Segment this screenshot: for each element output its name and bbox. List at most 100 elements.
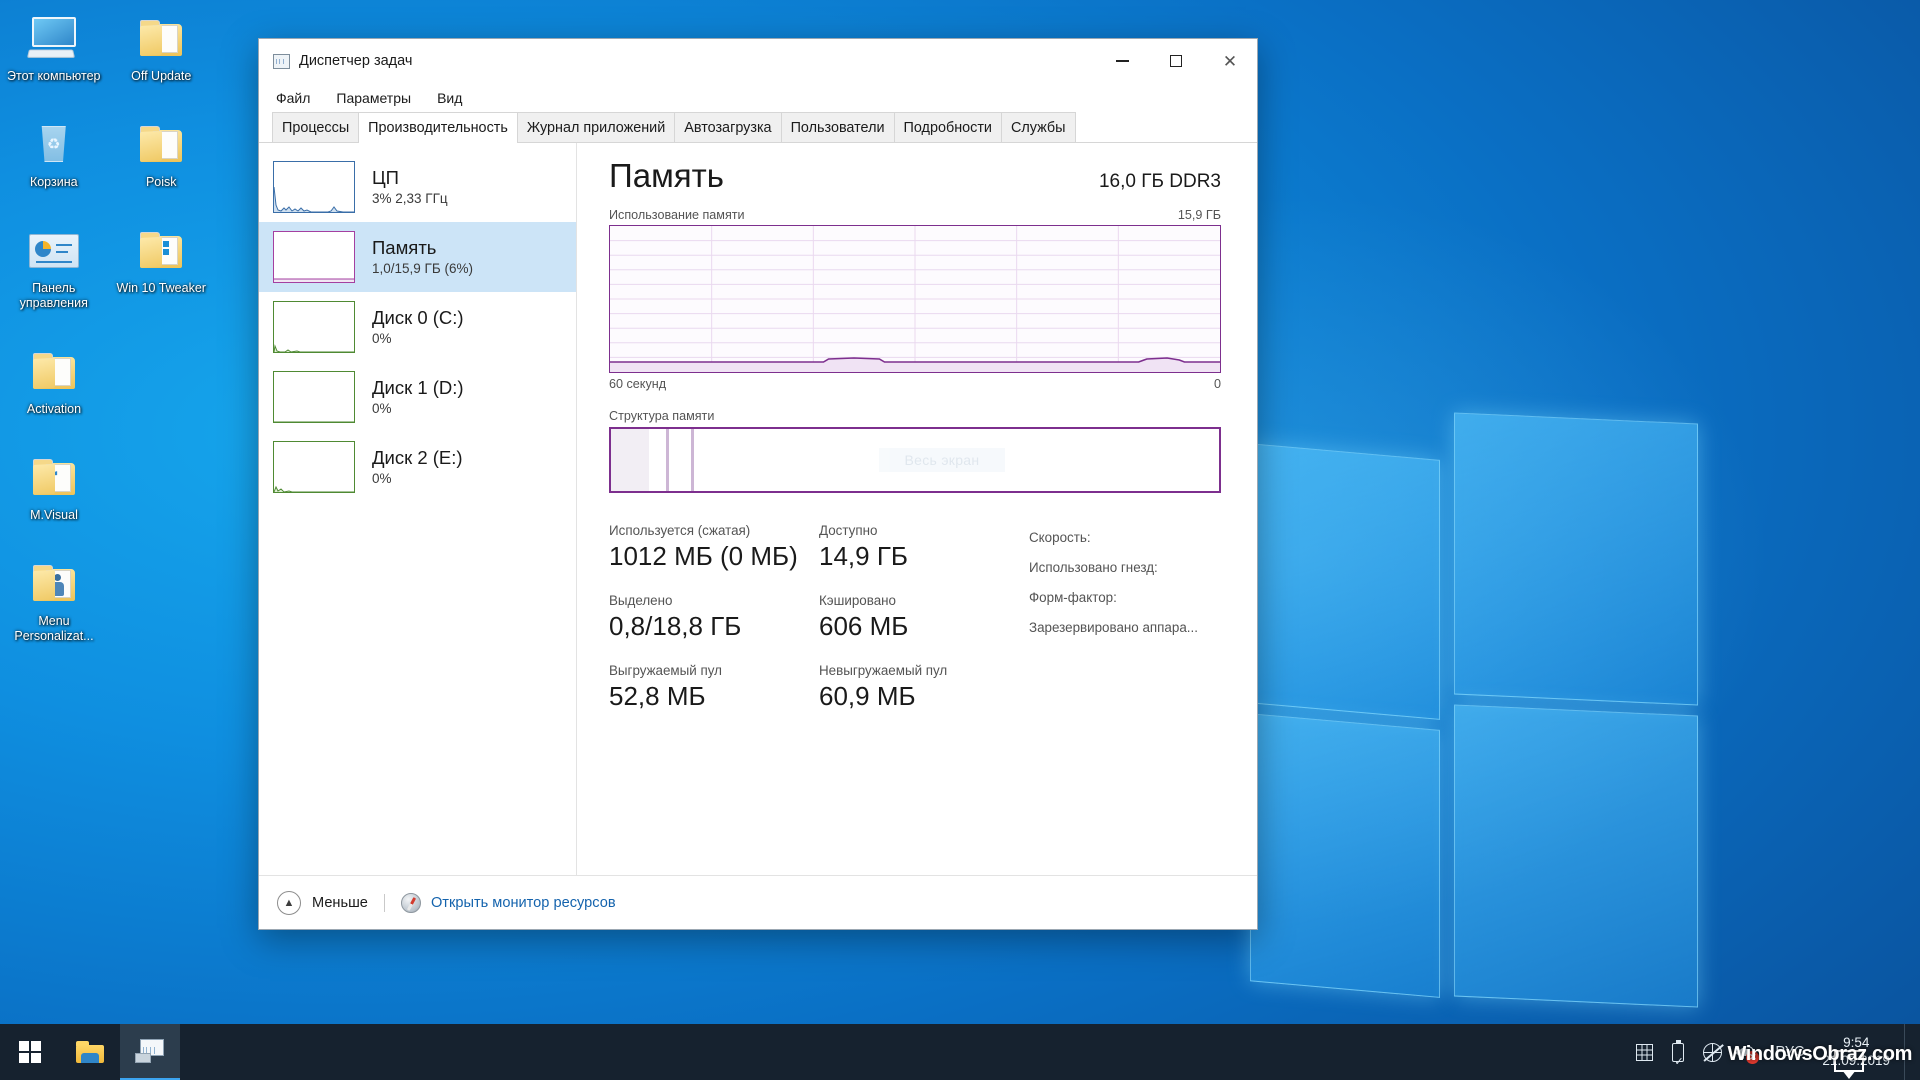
fewer-details-button[interactable]: ▲ Меньше <box>277 890 368 915</box>
task-manager-window[interactable]: Диспетчер задач ✕ Файл Параметры Вид Про… <box>258 38 1258 930</box>
desktop-icon-poisk[interactable]: Poisk <box>108 114 216 194</box>
fewer-details-label: Меньше <box>312 894 368 911</box>
menu-options[interactable]: Параметры <box>333 88 414 108</box>
desktop-icon-label: Activation <box>26 402 82 416</box>
memory-composition-bar[interactable]: Весь экран <box>609 427 1221 493</box>
stat-key: Используется (сжатая) <box>609 523 751 538</box>
tab-strip: Процессы Производительность Журнал прило… <box>259 112 1257 143</box>
sidebar-item-title: Диск 2 (E:) <box>372 447 463 468</box>
sidebar-item-disk2[interactable]: Диск 2 (E:) 0% <box>259 432 576 502</box>
sidebar-item-subtitle: 1,0/15,9 ГБ (6%) <box>372 261 473 276</box>
desktop-icon-menu-personalization[interactable]: Menu Personalizat... <box>0 553 108 648</box>
tab-app-history[interactable]: Журнал приложений <box>516 112 676 142</box>
sidebar-item-subtitle: 0% <box>372 401 392 416</box>
menu-view[interactable]: Вид <box>434 88 465 108</box>
volume-muted-icon[interactable]: ✕ <box>1729 1024 1763 1080</box>
stat-key: Выделено <box>609 593 673 608</box>
desktop-icon-win10-tweaker[interactable]: Win 10 Tweaker <box>108 220 216 315</box>
desktop-icon-mvisual[interactable]: M.Visual <box>0 447 108 527</box>
taskbar-buttons <box>0 1024 180 1080</box>
minimize-button[interactable] <box>1095 39 1149 83</box>
tab-users[interactable]: Пользователи <box>780 112 895 142</box>
network-disconnected-icon[interactable] <box>1695 1024 1729 1080</box>
tab-performance[interactable]: Производительность <box>358 112 518 143</box>
stat-nonpaged-pool: Невыгружаемый пул 60,9 МБ <box>819 661 1029 713</box>
task-manager-taskbar-button[interactable] <box>120 1024 180 1080</box>
memory-usage-graph-svg <box>610 226 1220 372</box>
stat-committed: Выделено 0,8/18,8 ГБ <box>609 591 819 643</box>
stat-value: 0,8/18,8 ГБ <box>609 611 742 641</box>
window-footer: ▲ Меньше Открыть монитор ресурсов <box>259 875 1257 929</box>
memory-chart-caption: Использование памяти 15,9 ГБ <box>609 208 1221 222</box>
disk0-thumbnail-graph <box>273 301 355 353</box>
memory-usage-graph <box>609 225 1221 373</box>
stat-key: Невыгружаемый пул <box>819 663 948 678</box>
recycle-bin-icon <box>26 120 82 170</box>
tab-services[interactable]: Службы <box>1000 112 1076 142</box>
open-resource-monitor-label: Открыть монитор ресурсов <box>430 894 616 911</box>
tab-processes[interactable]: Процессы <box>272 112 360 142</box>
chevron-up-icon: ▲ <box>277 890 301 915</box>
sidebar-item-subtitle: 3% 2,33 ГГц <box>372 191 448 206</box>
stat-key: Выгружаемый пул <box>609 663 722 678</box>
sidebar-item-cpu[interactable]: ЦП 3% 2,33 ГГц <box>259 152 576 222</box>
stat-row: Выгружаемый пул 52,8 МБ Невыгружаемый пу… <box>609 661 1029 713</box>
sidebar-item-subtitle: 0% <box>372 331 392 346</box>
taskbar[interactable]: ✕ РУС 9:54 21.09.2019 <box>0 1024 1920 1080</box>
stat-value: 1012 МБ (0 МБ) <box>609 541 798 571</box>
stat-key: Доступно <box>819 523 878 538</box>
tab-startup[interactable]: Автозагрузка <box>674 112 782 142</box>
composition-tooltip: Весь экран <box>878 448 1006 472</box>
folder-icon <box>26 453 82 503</box>
performance-resource-list[interactable]: ЦП 3% 2,33 ГГц Память 1,0/15,9 ГБ (6%) Д… <box>259 143 577 875</box>
sidebar-item-memory[interactable]: Память 1,0/15,9 ГБ (6%) <box>259 222 576 292</box>
memory-header: Память 16,0 ГБ DDR3 <box>609 155 1221 197</box>
desktop-icon-label: Корзина <box>29 175 78 189</box>
desktop-icon-recycle-bin[interactable]: Корзина <box>0 114 108 194</box>
desktop-icon-activation[interactable]: Activation <box>0 341 108 421</box>
desktop-icon-label: Этот компьютер <box>7 69 101 83</box>
sidebar-item-disk1[interactable]: Диск 1 (D:) 0% <box>259 362 576 432</box>
language-indicator[interactable]: РУС <box>1763 1044 1816 1060</box>
page-title: Память <box>609 157 724 194</box>
tab-details[interactable]: Подробности <box>893 112 1002 142</box>
file-explorer-button[interactable] <box>60 1024 120 1080</box>
folder-icon <box>133 14 189 64</box>
open-resource-monitor-button[interactable]: Открыть монитор ресурсов <box>400 892 616 913</box>
stat-row: Используется (сжатая) 1012 МБ (0 МБ) Дос… <box>609 521 1029 573</box>
window-controls: ✕ <box>1095 39 1257 83</box>
show-desktop-button[interactable] <box>1904 1024 1912 1080</box>
start-button[interactable] <box>0 1024 60 1080</box>
tray-grid-icon[interactable] <box>1627 1024 1661 1080</box>
memory-statistics: Используется (сжатая) 1012 МБ (0 МБ) Дос… <box>609 521 1221 731</box>
memory-composition-label: Структура памяти <box>609 409 715 423</box>
composition-divider-1 <box>665 429 669 491</box>
stat-key: Кэшировано <box>819 593 897 608</box>
menu-bar: Файл Параметры Вид <box>259 83 1257 112</box>
window-titlebar[interactable]: Диспетчер задач ✕ <box>259 39 1257 83</box>
spec-form-factor: Форм-фактор: <box>1029 590 1117 605</box>
desktop-icon-control-panel[interactable]: Панель управления <box>0 220 108 315</box>
disk1-thumbnail-graph <box>273 371 355 423</box>
desktop-icon-this-pc[interactable]: Этот компьютер <box>0 8 108 88</box>
safely-remove-hardware-icon[interactable] <box>1661 1024 1695 1080</box>
chart-caption-left: Использование памяти <box>609 208 745 222</box>
sidebar-item-title: Диск 1 (D:) <box>372 377 464 398</box>
desktop[interactable]: Этот компьютер Off Update Корзина Poisk <box>0 0 1920 1080</box>
memory-thumbnail-graph <box>273 231 355 283</box>
composition-divider-2 <box>691 429 695 491</box>
close-button[interactable]: ✕ <box>1203 39 1257 83</box>
maximize-button[interactable] <box>1149 39 1203 83</box>
folder-icon <box>76 1041 104 1063</box>
stat-available: Доступно 14,9 ГБ <box>819 521 1029 573</box>
task-manager-icon <box>273 53 290 69</box>
sidebar-item-disk0[interactable]: Диск 0 (C:) 0% <box>259 292 576 362</box>
chart-caption-right: 15,9 ГБ <box>1177 208 1221 222</box>
desktop-icon-grid: Этот компьютер Off Update Корзина Poisk <box>0 8 215 674</box>
menu-file[interactable]: Файл <box>273 88 313 108</box>
stat-value: 60,9 МБ <box>819 681 916 711</box>
desktop-icon-off-update[interactable]: Off Update <box>108 8 216 88</box>
system-tray: ✕ РУС 9:54 21.09.2019 <box>1627 1024 1920 1080</box>
stat-value: 606 МБ <box>819 611 909 641</box>
memory-graph-axis: 60 секунд 0 <box>609 377 1221 391</box>
